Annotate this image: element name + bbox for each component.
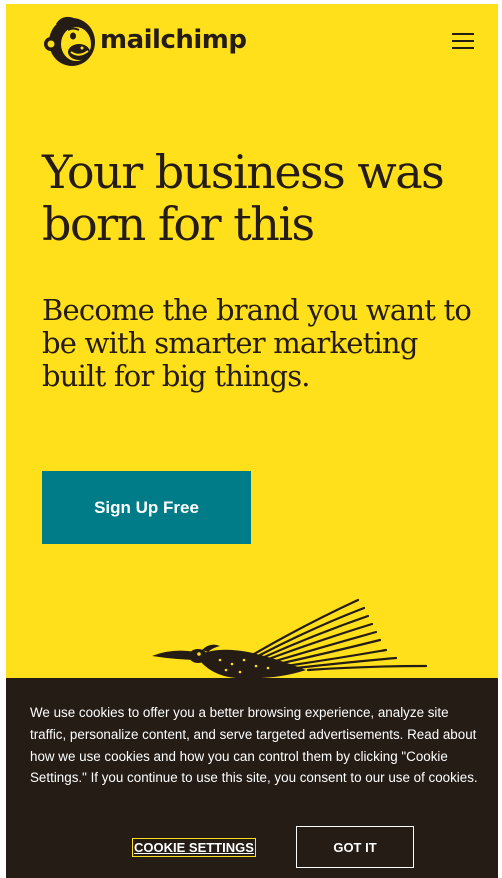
cookie-consent-banner: We use cookies to offer you a better bro…: [6, 678, 498, 878]
got-it-button[interactable]: GOT IT: [296, 826, 414, 868]
hero-subtitle: Become the brand you want to be with sma…: [42, 293, 472, 393]
roadrunner-bird-illustration: [152, 598, 428, 679]
hero-title: Your business was born for this: [42, 145, 445, 251]
sign-up-free-button[interactable]: Sign Up Free: [42, 471, 251, 544]
site-header: mailchimp: [6, 4, 498, 84]
cookie-settings-button[interactable]: COOKIE SETTINGS: [132, 838, 256, 857]
logo-wordmark: mailchimp: [100, 25, 247, 55]
page: mailchimp Your business was born for thi…: [6, 4, 498, 878]
logo-link[interactable]: mailchimp: [42, 14, 247, 70]
cookie-notice-text: We use cookies to offer you a better bro…: [30, 705, 478, 786]
hamburger-menu-icon[interactable]: [452, 30, 476, 52]
freddie-chimp-logo-icon: [44, 16, 95, 66]
